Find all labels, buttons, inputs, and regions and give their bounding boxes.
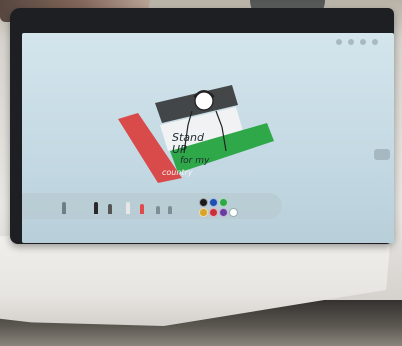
drawing-line-3: for my bbox=[180, 156, 210, 166]
color-swatch-blue[interactable] bbox=[209, 198, 218, 207]
tablet-screen: Stand UP for my country bbox=[22, 33, 394, 243]
drawing-line-2: UP bbox=[172, 143, 187, 156]
sketch-head bbox=[194, 91, 214, 111]
color-swatch-white[interactable] bbox=[229, 208, 238, 217]
drawing-line-4: country bbox=[162, 168, 193, 177]
lasso-tool-icon[interactable] bbox=[156, 206, 160, 214]
highlighter-tool-icon[interactable] bbox=[140, 204, 144, 214]
ruler-tool-icon[interactable] bbox=[168, 206, 172, 214]
drawing-toolbar bbox=[22, 193, 282, 219]
side-handle-icon[interactable] bbox=[374, 149, 390, 160]
color-swatch-black[interactable] bbox=[199, 198, 208, 207]
pencil-tool-icon[interactable] bbox=[108, 204, 112, 214]
marker-tool-icon[interactable] bbox=[94, 202, 98, 214]
color-swatch-yellow[interactable] bbox=[199, 208, 208, 217]
color-swatch-purple[interactable] bbox=[219, 208, 228, 217]
color-palette bbox=[197, 197, 247, 217]
pen-tool-icon[interactable] bbox=[62, 202, 66, 214]
color-swatch-green[interactable] bbox=[219, 198, 228, 207]
color-swatch-red[interactable] bbox=[209, 208, 218, 217]
photo-scene: Stand UP for my country bbox=[0, 0, 402, 346]
tablet-device: Stand UP for my country bbox=[10, 8, 394, 244]
eraser-tool-icon[interactable] bbox=[126, 202, 130, 214]
